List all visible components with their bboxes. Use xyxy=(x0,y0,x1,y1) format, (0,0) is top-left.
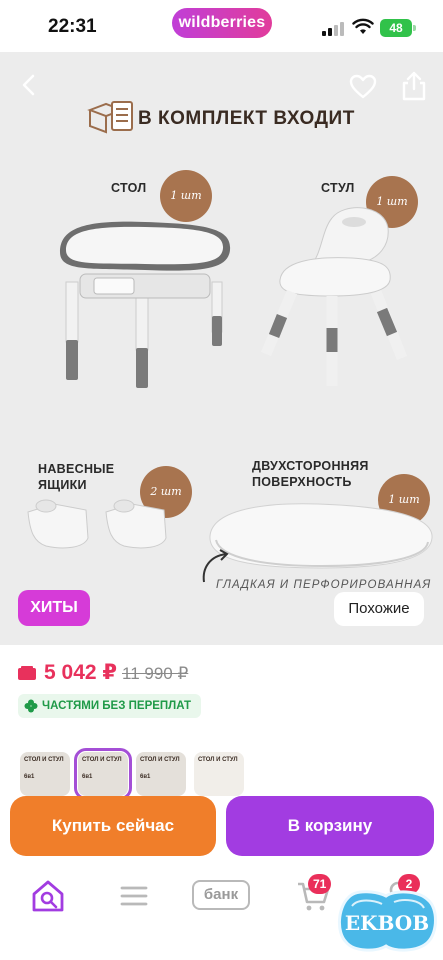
item-label-chair: СТУЛ xyxy=(321,181,355,195)
installment-badge[interactable]: ЧАСТЯМИ БЕЗ ПЕРЕПЛАТ xyxy=(18,694,202,718)
thumbnail-2-sub: 6в1 xyxy=(82,774,93,780)
thumbnail-strip: СТОЛ И СТУЛ 6в1 СТОЛ И СТУЛ 6в1 СТОЛ И С… xyxy=(0,742,443,802)
old-price: 11 990 ₽ xyxy=(122,664,189,683)
hits-button[interactable]: ХИТЫ xyxy=(18,590,90,626)
chair-illustration xyxy=(260,207,408,386)
surface-caption: ГЛАДКАЯ И ПЕРФОРИРОВАННАЯ xyxy=(216,579,432,591)
box-checklist-icon xyxy=(87,101,133,134)
current-price: 5 042 ₽ xyxy=(44,661,117,684)
ekbob-watermark: EKBOB xyxy=(338,890,437,952)
item-label-table: СТОЛ xyxy=(111,181,147,195)
thumbnail-4[interactable]: СТОЛ И СТУЛ xyxy=(194,752,244,796)
item-label-surface: ДВУХСТОРОННЯЯ ПОВЕРХНОСТЬ xyxy=(252,459,369,489)
thumbnail-3-sub: 6в1 xyxy=(140,774,151,780)
status-time: 22:31 xyxy=(48,16,97,37)
cellular-signal-icon xyxy=(322,22,346,36)
table-illustration xyxy=(60,221,231,388)
thumbnail-1[interactable]: СТОЛ И СТУЛ 6в1 xyxy=(20,752,70,796)
battery-indicator: 48 xyxy=(380,19,416,37)
thumbnail-2[interactable]: СТОЛ И СТУЛ 6в1 xyxy=(74,748,132,800)
wifi-icon xyxy=(352,18,374,34)
wildberries-logo-pill[interactable]: wildberries xyxy=(172,8,272,38)
drawers-illustration xyxy=(27,499,167,549)
favorite-heart-icon[interactable] xyxy=(348,72,378,102)
thumbnail-3-text: СТОЛ И СТУЛ xyxy=(140,757,180,763)
thumbnail-1-text: СТОЛ И СТУЛ xyxy=(24,757,64,763)
thumbnail-2-text: СТОЛ И СТУЛ xyxy=(82,757,122,763)
bank-tab[interactable]: банк xyxy=(192,880,250,910)
surface-board-illustration xyxy=(209,503,433,569)
similar-button[interactable]: Похожие xyxy=(334,592,424,626)
item-label-drawers: НАВЕСНЫЕ ЯЩИКИ xyxy=(38,462,115,492)
thumbnail-3[interactable]: СТОЛ И СТУЛ 6в1 xyxy=(136,752,186,796)
add-to-cart-button[interactable]: В корзину xyxy=(226,796,434,856)
cart-count-badge: 71 xyxy=(308,874,332,894)
buy-now-button[interactable]: Купить сейчас xyxy=(10,796,216,856)
status-bar: 22:31 wildberries 48 xyxy=(0,0,443,52)
thumbnail-4-text: СТОЛ И СТУЛ xyxy=(198,757,238,763)
product-image-gallery[interactable]: В КОМПЛЕКТ ВХОДИТ СТОЛ 1 шт СТУЛ 1 шт НА… xyxy=(0,52,443,645)
svg-text:EKBOB: EKBOB xyxy=(345,911,429,935)
kit-title: В КОМПЛЕКТ ВХОДИТ xyxy=(138,108,355,129)
installment-text: ЧАСТЯМИ БЕЗ ПЕРЕПЛАТ xyxy=(42,700,192,712)
catalog-menu-icon[interactable] xyxy=(114,876,154,916)
home-search-icon[interactable] xyxy=(28,876,68,916)
thumbnail-1-sub: 6в1 xyxy=(24,774,35,780)
share-icon[interactable] xyxy=(400,70,428,102)
clover-icon xyxy=(24,699,38,713)
wallet-icon xyxy=(18,666,36,680)
back-arrow-icon[interactable] xyxy=(14,70,44,100)
